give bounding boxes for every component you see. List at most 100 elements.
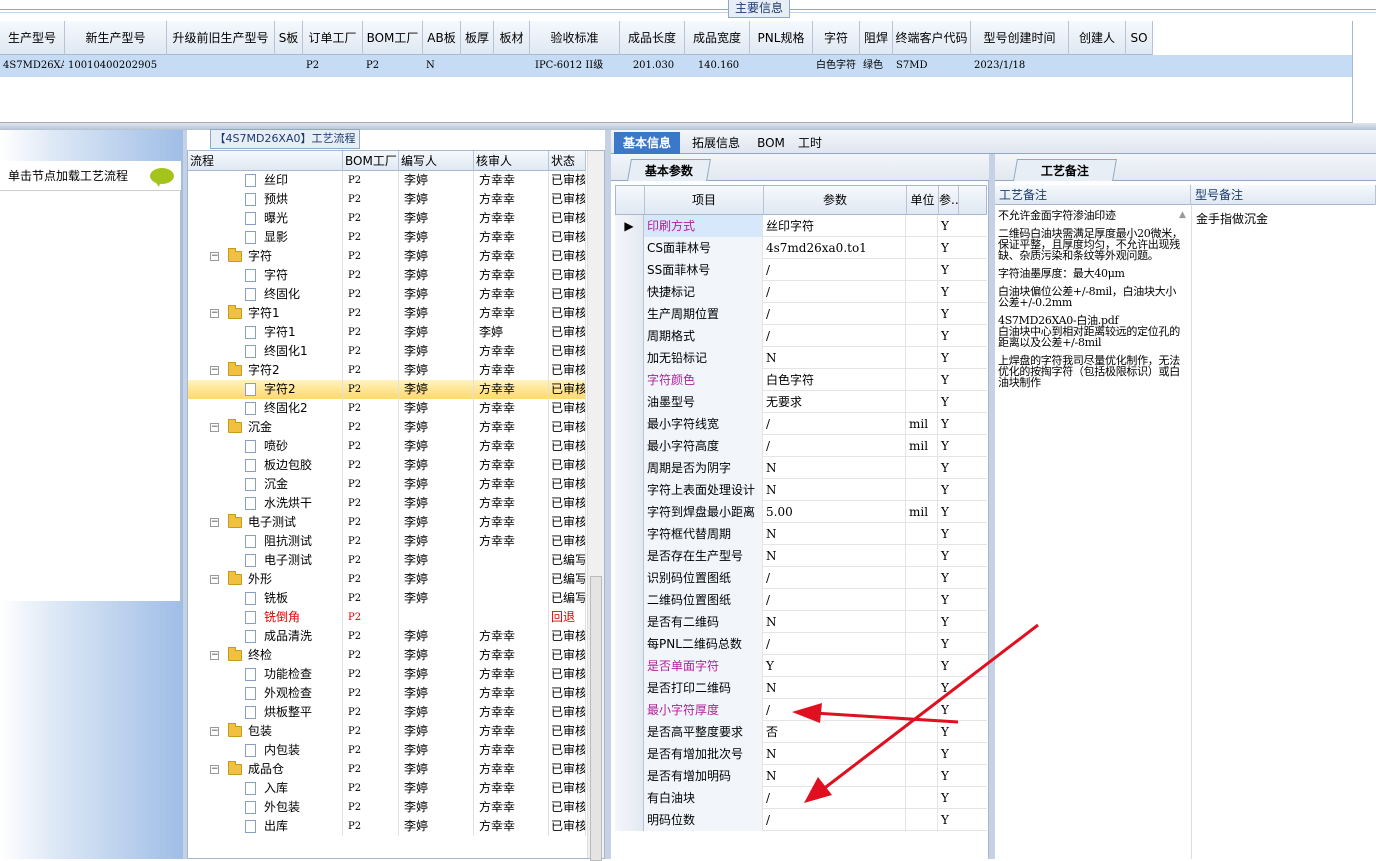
tree-node[interactable]: 沉金 P2 李婷 方幸幸 已审核	[188, 475, 586, 494]
tab-work-hours[interactable]: 工时	[794, 132, 826, 154]
param-value[interactable]: 4s7md26xa0.to1	[763, 237, 906, 259]
tree-node[interactable]: − 字符2 P2 李婷 方幸幸 已审核	[188, 361, 586, 380]
param-row[interactable]: 最小字符厚度 / Y	[615, 699, 987, 721]
column-header[interactable]: BOM工厂	[363, 21, 423, 55]
param-row[interactable]: 是否有增加明码 N Y	[615, 765, 987, 787]
param-value[interactable]: 否	[763, 721, 906, 743]
row-indicator[interactable]	[615, 325, 644, 347]
param-value[interactable]: /	[763, 413, 906, 435]
row-indicator[interactable]	[615, 347, 644, 369]
tree-node[interactable]: 字符1 P2 李婷 李婷 已审核	[188, 323, 586, 342]
tree-node[interactable]: 字符2 P2 李婷 方幸幸 已审核	[188, 380, 586, 399]
row-indicator[interactable]	[615, 413, 644, 435]
collapse-toggle-icon[interactable]: −	[210, 651, 219, 660]
horizontal-splitter[interactable]	[0, 123, 1376, 130]
main-info-row[interactable]: 4S7MD26XA010010400202905P2P2NIPC-6012 II…	[0, 55, 1352, 77]
column-header[interactable]: 生产型号	[0, 21, 65, 55]
row-indicator[interactable]	[615, 699, 644, 721]
tree-node[interactable]: 功能检查 P2 李婷 方幸幸 已审核	[188, 665, 586, 684]
tree-node[interactable]: 字符 P2 李婷 方幸幸 已审核	[188, 266, 586, 285]
row-indicator[interactable]	[615, 721, 644, 743]
tree-node[interactable]: 成品清洗 P2 李婷 方幸幸 已审核	[188, 627, 586, 646]
row-indicator[interactable]	[615, 655, 644, 677]
collapse-toggle-icon[interactable]: −	[210, 423, 219, 432]
param-value[interactable]: /	[763, 567, 906, 589]
column-header[interactable]: 板材	[494, 21, 530, 55]
tree-node[interactable]: − 外形 P2 李婷 已编写	[188, 570, 586, 589]
tree-node[interactable]: 终固化2 P2 李婷 方幸幸 已审核	[188, 399, 586, 418]
tree-scrollbar[interactable]	[587, 151, 604, 861]
row-indicator[interactable]	[615, 369, 644, 391]
collapse-toggle-icon[interactable]: −	[210, 309, 219, 318]
param-row[interactable]: 是否有增加批次号 N Y	[615, 743, 987, 765]
chat-bubble-icon[interactable]	[150, 168, 174, 187]
tree-node[interactable]: 阻抗测试 P2 李婷 方幸幸 已审核	[188, 532, 586, 551]
row-indicator[interactable]	[615, 501, 644, 523]
column-header[interactable]: 新生产型号	[65, 21, 167, 55]
param-row[interactable]: ▶ 印刷方式 丝印字符 Y	[615, 215, 987, 237]
row-indicator[interactable]	[615, 787, 644, 809]
tree-node[interactable]: − 字符1 P2 李婷 方幸幸 已审核	[188, 304, 586, 323]
tree-column-header[interactable]: BOM工厂	[343, 151, 399, 171]
row-indicator[interactable]	[615, 633, 644, 655]
param-column-header[interactable]: 项目	[645, 186, 764, 214]
param-value[interactable]: /	[763, 589, 906, 611]
column-header[interactable]: 型号创建时间	[971, 21, 1069, 55]
param-value[interactable]: /	[763, 787, 906, 809]
row-indicator[interactable]	[615, 611, 644, 633]
param-row[interactable]: 字符颜色 白色字符 Y	[615, 369, 987, 391]
param-row[interactable]: CS面菲林号 4s7md26xa0.to1 Y	[615, 237, 987, 259]
param-row[interactable]: 生产周期位置 / Y	[615, 303, 987, 325]
param-row[interactable]: 是否有二维码 N Y	[615, 611, 987, 633]
column-header[interactable]: 订单工厂	[303, 21, 363, 55]
tree-node[interactable]: 出库 P2 李婷 方幸幸 已审核	[188, 817, 586, 836]
column-header[interactable]: 验收标准	[530, 21, 620, 55]
param-row[interactable]: 是否高平整度要求否 Y	[615, 721, 987, 743]
row-indicator[interactable]	[615, 523, 644, 545]
tree-node[interactable]: − 成品仓 P2 李婷 方幸幸 已审核	[188, 760, 586, 779]
param-value[interactable]: /	[763, 809, 906, 831]
param-row[interactable]: 周期是否为阴字 N Y	[615, 457, 987, 479]
param-value[interactable]: N	[763, 347, 906, 369]
param-row[interactable]: 是否存在生产型号 N Y	[615, 545, 987, 567]
tree-node[interactable]: − 电子测试 P2 李婷 方幸幸 已审核	[188, 513, 586, 532]
param-row[interactable]: 字符框代替周期 N Y	[615, 523, 987, 545]
param-row[interactable]: 字符上表面处理设计 N Y	[615, 479, 987, 501]
param-value[interactable]: N	[763, 545, 906, 567]
tree-node[interactable]: 铣板 P2 李婷 已编写	[188, 589, 586, 608]
row-indicator[interactable]	[615, 457, 644, 479]
param-value[interactable]: 无要求	[763, 391, 906, 413]
param-column-header[interactable]: 单位	[907, 186, 939, 214]
param-column-header[interactable]: 参..	[939, 186, 959, 214]
param-value[interactable]: N	[763, 743, 906, 765]
param-value[interactable]: /	[763, 435, 906, 457]
tree-column-header[interactable]: 编写人	[399, 151, 474, 171]
tree-node[interactable]: 铣倒角 P2 回退	[188, 608, 586, 627]
row-indicator[interactable]	[615, 237, 644, 259]
param-row[interactable]: 加无铅标记 N Y	[615, 347, 987, 369]
tree-node[interactable]: 内包装 P2 李婷 方幸幸 已审核	[188, 741, 586, 760]
column-header[interactable]: SO	[1126, 21, 1153, 55]
tree-node[interactable]: 入库 P2 李婷 方幸幸 已审核	[188, 779, 586, 798]
row-indicator[interactable]	[615, 545, 644, 567]
param-row[interactable]: 油墨型号 无要求 Y	[615, 391, 987, 413]
param-value[interactable]: /	[763, 281, 906, 303]
row-indicator[interactable]	[615, 303, 644, 325]
param-value[interactable]: N	[763, 677, 906, 699]
param-value[interactable]: 白色字符	[763, 369, 906, 391]
tree-node[interactable]: 喷砂 P2 李婷 方幸幸 已审核	[188, 437, 586, 456]
row-indicator[interactable]	[615, 765, 644, 787]
param-value[interactable]: /	[763, 259, 906, 281]
param-value[interactable]: 5.00	[763, 501, 906, 523]
column-header[interactable]: 阻焊	[860, 21, 893, 55]
note-scroll-up-icon[interactable]: ▲	[1179, 210, 1189, 222]
tree-node[interactable]: 预烘 P2 李婷 方幸幸 已审核	[188, 190, 586, 209]
row-indicator[interactable]: ▶	[615, 215, 644, 237]
param-value[interactable]: N	[763, 765, 906, 787]
tree-node[interactable]: − 包装 P2 李婷 方幸幸 已审核	[188, 722, 586, 741]
tab-extended-info[interactable]: 拓展信息	[683, 132, 749, 154]
param-row[interactable]: 是否打印二维码 N Y	[615, 677, 987, 699]
param-value[interactable]: /	[763, 325, 906, 347]
column-header[interactable]: AB板	[423, 21, 461, 55]
param-row[interactable]: 二维码位置图纸 / Y	[615, 589, 987, 611]
